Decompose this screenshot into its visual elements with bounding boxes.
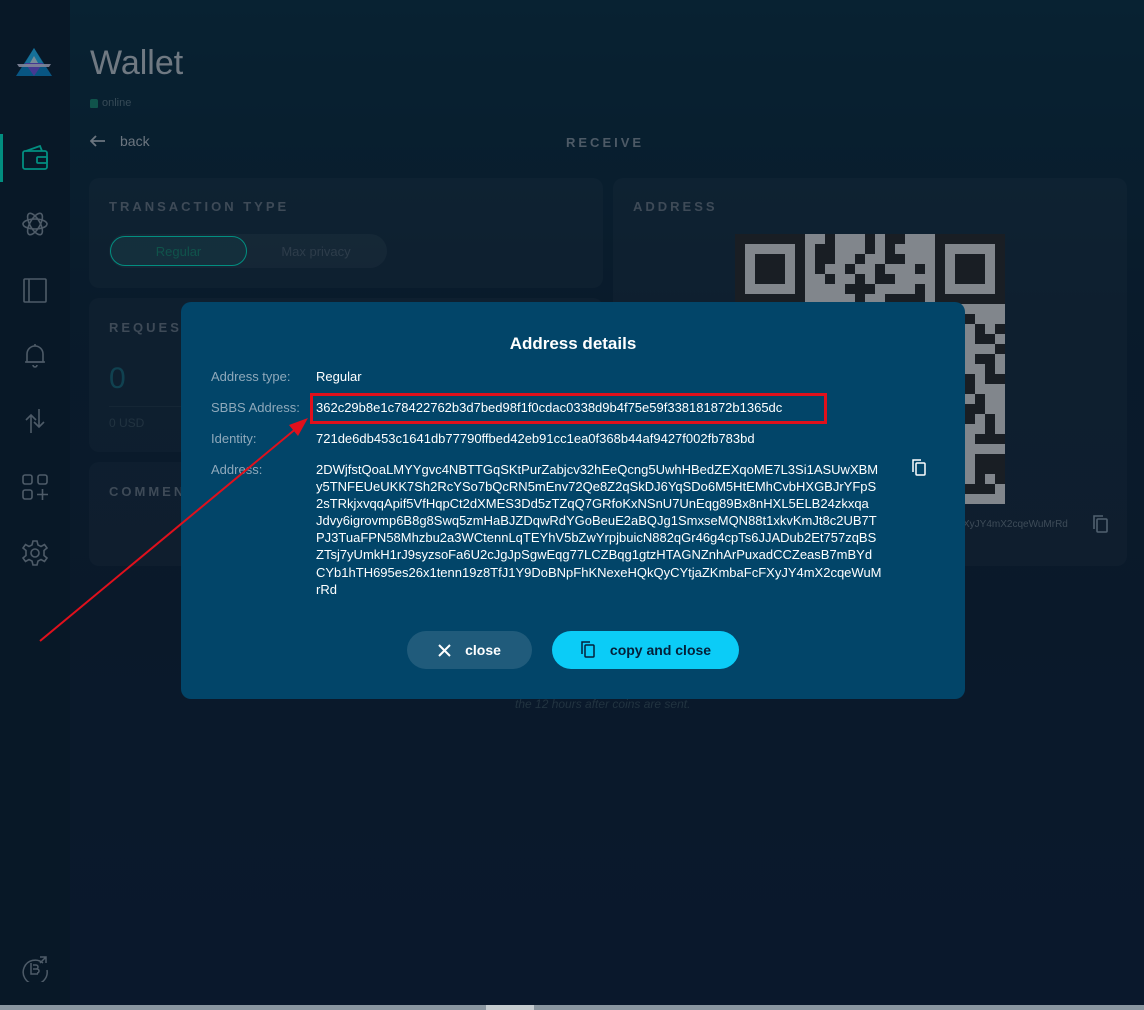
address-line: rRd: [316, 581, 337, 597]
identity-label: Identity:: [211, 431, 257, 446]
address-line: PJ3TuaFPN58Mhzbu2a3WCtennLqTEYhV5bZwYrpj…: [316, 530, 877, 546]
address-type-label: Address type:: [211, 369, 291, 384]
copy-icon[interactable]: [911, 459, 927, 477]
sbbs-address-label: SBBS Address:: [211, 400, 300, 415]
close-icon: [438, 643, 451, 657]
close-button[interactable]: close: [407, 631, 532, 669]
copy-and-close-label: copy and close: [609, 642, 712, 658]
horizontal-scrollbar[interactable]: [0, 1005, 1144, 1010]
identity-value: 721de6db453c1641db77790ffbed42eb91cc1ea0…: [316, 431, 755, 446]
address-line: Jdvy6igrovmp6B8g8Swq5zmHaBJZDqwRdYGoBeuE…: [316, 513, 877, 529]
address-row-label: Address:: [211, 462, 263, 477]
full-address-value: 2DWjfstQoaLMYYgvc4NBTTGqSKtPurZabjcv32hE…: [316, 461, 896, 598]
close-label: close: [465, 642, 501, 658]
address-line: y5TNFEUeUKK7Sh2RcYSo7bQcRN5mEnv72Qe8Z2qS…: [316, 479, 877, 495]
highlight-box: [310, 393, 827, 424]
address-type-value: Regular: [316, 369, 362, 384]
address-line: CYb1hTH695es26x1tenn19z8TfJ1Y9DoBNpFhKNe…: [316, 564, 882, 580]
copy-and-close-button[interactable]: copy and close: [552, 631, 739, 669]
app-window: Wallet online back RECEIVE TRANSACTION T…: [0, 0, 1144, 1005]
dialog-title: Address details: [509, 334, 637, 353]
address-details-dialog: Address details Address type: Regular SB…: [181, 302, 965, 699]
address-line: 2DWjfstQoaLMYYgvc4NBTTGqSKtPurZabjcv32hE…: [316, 462, 879, 477]
copy-icon: [581, 641, 595, 658]
address-line: ZTsj7yUmkH1rJ9syzsoFa6U2cJgJpSgwEqg77LCZ…: [316, 547, 873, 563]
address-line: 2sTRkjxvqqApif5VfHqpCt2dXMES3Dd5zTZqQ7GR…: [316, 496, 869, 512]
scrollbar-thumb[interactable]: [486, 1005, 534, 1010]
